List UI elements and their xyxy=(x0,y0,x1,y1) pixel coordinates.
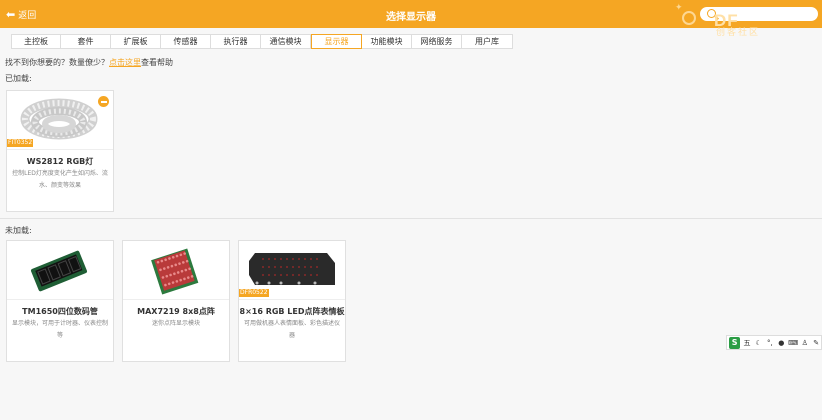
dot-matrix-icon xyxy=(123,241,229,298)
category-tabs: 主控板 套件 扩展板 传感器 执行器 通信模块 显示器 功能模块 网络服务 用户… xyxy=(11,34,513,49)
top-bar: ⬅ 返回 选择显示器 DF 创客社区 xyxy=(0,0,822,38)
mic-icon[interactable]: ● xyxy=(777,339,786,347)
punctuation-icon[interactable]: °, xyxy=(765,339,774,347)
tab-network-service[interactable]: 网络服务 xyxy=(412,34,462,49)
module-name: WS2812 RGB灯 xyxy=(26,157,94,166)
keyboard-icon[interactable]: ⌨ xyxy=(788,339,798,347)
page-title: 选择显示器 xyxy=(386,12,436,23)
logo-subtext: 创客社区 xyxy=(716,28,761,38)
card-divider xyxy=(123,299,229,300)
tab-kit[interactable]: 套件 xyxy=(61,34,111,49)
search-input[interactable] xyxy=(700,7,818,21)
tab-communication[interactable]: 通信模块 xyxy=(261,34,311,49)
moon-icon[interactable]: ☾ xyxy=(754,339,763,347)
seven-segment-display-icon xyxy=(7,241,113,298)
tab-main-board[interactable]: 主控板 xyxy=(11,34,61,49)
module-description: 显示模块，可用于计时器、仪表控制等 xyxy=(11,320,108,339)
help-hint-suffix: 查看帮助 xyxy=(141,58,173,67)
loaded-section-label: 已加载: xyxy=(5,74,32,83)
help-link[interactable]: 点击这里 xyxy=(109,58,141,67)
module-description: 迷你点阵显示模块 xyxy=(151,320,200,327)
card-divider xyxy=(7,149,113,150)
sku-badge: FIT0352 xyxy=(7,139,34,147)
module-card-tm1650[interactable]: TM1650四位数码管 显示模块，可用于计时器、仪表控制等 xyxy=(6,240,114,362)
user-icon[interactable]: ♙ xyxy=(800,339,809,347)
tab-user-library[interactable]: 用户库 xyxy=(462,34,513,49)
card-divider xyxy=(239,299,345,300)
tab-sensor[interactable]: 传感器 xyxy=(161,34,211,49)
module-name: 8×16 RGB LED点阵表情板 xyxy=(239,307,345,316)
module-name: TM1650四位数码管 xyxy=(22,307,98,316)
tab-function-module[interactable]: 功能模块 xyxy=(362,34,412,49)
tab-expansion-board[interactable]: 扩展板 xyxy=(111,34,161,49)
help-hint-prefix: 找不到你想要的？数量僚少？ xyxy=(5,58,109,67)
remove-module-button[interactable] xyxy=(98,96,109,107)
search-icon xyxy=(707,9,716,18)
tab-actuator[interactable]: 执行器 xyxy=(211,34,261,49)
module-description: 控制LED灯亮度变化产生如闪烁、流水、颜变等效果 xyxy=(12,170,108,189)
module-card-max7219[interactable]: MAX7219 8x8点阵 迷你点阵显示模块 xyxy=(122,240,230,362)
module-card-ws2812[interactable]: FIT0352 WS2812 RGB灯 控制LED灯亮度变化产生如闪烁、流水、颜… xyxy=(6,90,114,212)
card-divider xyxy=(7,299,113,300)
help-hint: 找不到你想要的？数量僚少？点击这里查看帮助 xyxy=(5,57,173,68)
sogou-logo-icon[interactable]: S xyxy=(729,336,741,349)
settings-icon[interactable]: ✎ xyxy=(812,339,821,347)
ime-toolbar: S 五 ☾ °, ● ⌨ ♙ ✎ xyxy=(726,335,822,350)
module-name: MAX7219 8x8点阵 xyxy=(137,307,215,316)
ime-mode-label[interactable]: 五 xyxy=(742,338,751,348)
module-card-rgb-matrix[interactable]: DFR0522 8×16 RGB LED点阵表情板 可用做机器人表情面板、彩色描… xyxy=(238,240,346,362)
unloaded-section-label: 未加载: xyxy=(5,226,32,235)
module-description: 可用做机器人表情面板、彩色描述仪器 xyxy=(243,320,340,339)
section-divider xyxy=(0,218,822,219)
tab-display[interactable]: 显示器 xyxy=(311,34,362,49)
sku-badge: DFR0522 xyxy=(239,289,269,297)
